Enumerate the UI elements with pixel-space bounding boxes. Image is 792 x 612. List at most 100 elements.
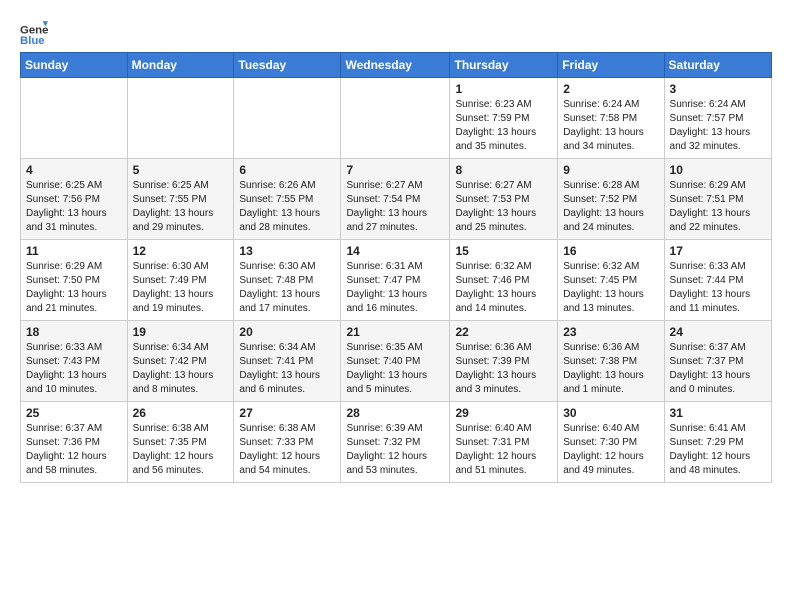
weekday-header-saturday: Saturday xyxy=(664,53,771,78)
day-info: Sunrise: 6:29 AM Sunset: 7:50 PM Dayligh… xyxy=(26,260,122,316)
calendar-cell: 28 Sunrise: 6:39 AM Sunset: 7:32 PM Dayli… xyxy=(341,402,450,483)
day-number: 11 xyxy=(26,244,122,258)
day-number: 4 xyxy=(26,163,122,177)
calendar-cell: 3 Sunrise: 6:24 AM Sunset: 7:57 PM Daylig… xyxy=(664,78,771,159)
calendar-cell: 11 Sunrise: 6:29 AM Sunset: 7:50 PM Dayli… xyxy=(21,240,128,321)
calendar-cell xyxy=(21,78,128,159)
calendar-cell: 16Sunrise: 6:32 AM Sunset: 7:45 PM Dayli… xyxy=(558,240,664,321)
calendar-cell xyxy=(234,78,341,159)
day-info: Sunrise: 6:37 AM Sunset: 7:37 PM Dayligh… xyxy=(670,341,766,397)
day-info: Sunrise: 6:24 AM Sunset: 7:57 PM Dayligh… xyxy=(670,98,766,154)
calendar-table: SundayMondayTuesdayWednesdayThursdayFrid… xyxy=(20,52,772,483)
day-number: 29 xyxy=(455,406,552,420)
day-number: 26 xyxy=(133,406,229,420)
day-info: Sunrise: 6:23 AM Sunset: 7:59 PM Dayligh… xyxy=(455,98,552,154)
calendar-cell: 14 Sunrise: 6:31 AM Sunset: 7:47 PM Dayli… xyxy=(341,240,450,321)
day-number: 1 xyxy=(455,82,552,96)
day-number: 24 xyxy=(670,325,766,339)
day-info: Sunrise: 6:41 AM Sunset: 7:29 PM Dayligh… xyxy=(670,422,766,478)
day-number: 30 xyxy=(563,406,658,420)
day-info: Sunrise: 6:34 AM Sunset: 7:41 PM Dayligh… xyxy=(239,341,335,397)
day-info: Sunrise: 6:36 AM Sunset: 7:38 PM Dayligh… xyxy=(563,341,658,397)
day-info: Sunrise: 6:30 AM Sunset: 7:48 PM Dayligh… xyxy=(239,260,335,316)
calendar-cell: 23 Sunrise: 6:36 AM Sunset: 7:38 PM Dayli… xyxy=(558,321,664,402)
day-number: 12 xyxy=(133,244,229,258)
day-info: Sunrise: 6:26 AM Sunset: 7:55 PM Dayligh… xyxy=(239,179,335,235)
calendar-cell: 12 Sunrise: 6:30 AM Sunset: 7:49 PM Dayli… xyxy=(127,240,234,321)
calendar-cell: 26 Sunrise: 6:38 AM Sunset: 7:35 PM Dayli… xyxy=(127,402,234,483)
weekday-header-wednesday: Wednesday xyxy=(341,53,450,78)
day-number: 2 xyxy=(563,82,658,96)
day-info: Sunrise: 6:39 AM Sunset: 7:32 PM Dayligh… xyxy=(346,422,444,478)
day-number: 19 xyxy=(133,325,229,339)
calendar-cell: 30 Sunrise: 6:40 AM Sunset: 7:30 PM Dayli… xyxy=(558,402,664,483)
day-info: Sunrise: 6:24 AM Sunset: 7:58 PM Dayligh… xyxy=(563,98,658,154)
day-number: 25 xyxy=(26,406,122,420)
day-number: 7 xyxy=(346,163,444,177)
day-info: Sunrise: 6:30 AM Sunset: 7:49 PM Dayligh… xyxy=(133,260,229,316)
weekday-header-monday: Monday xyxy=(127,53,234,78)
calendar-cell: 6 Sunrise: 6:26 AM Sunset: 7:55 PM Daylig… xyxy=(234,159,341,240)
day-info: Sunrise: 6:27 AM Sunset: 7:54 PM Dayligh… xyxy=(346,179,444,235)
day-info: Sunrise: 6:36 AM Sunset: 7:39 PM Dayligh… xyxy=(455,341,552,397)
day-number: 16 xyxy=(563,244,658,258)
day-number: 22 xyxy=(455,325,552,339)
day-number: 15 xyxy=(455,244,552,258)
calendar-cell: 10 Sunrise: 6:29 AM Sunset: 7:51 PM Dayli… xyxy=(664,159,771,240)
day-info: Sunrise: 6:35 AM Sunset: 7:40 PM Dayligh… xyxy=(346,341,444,397)
calendar-cell: 25 Sunrise: 6:37 AM Sunset: 7:36 PM Dayli… xyxy=(21,402,128,483)
day-number: 23 xyxy=(563,325,658,339)
logo: General Blue xyxy=(20,16,48,44)
day-number: 27 xyxy=(239,406,335,420)
day-info: Sunrise: 6:34 AM Sunset: 7:42 PM Dayligh… xyxy=(133,341,229,397)
calendar-cell: 15 Sunrise: 6:32 AM Sunset: 7:46 PM Dayli… xyxy=(450,240,558,321)
day-info: Sunrise: 6:40 AM Sunset: 7:31 PM Dayligh… xyxy=(455,422,552,478)
calendar-cell: 18Sunrise: 6:33 AM Sunset: 7:43 PM Dayli… xyxy=(21,321,128,402)
day-info: Sunrise: 6:38 AM Sunset: 7:35 PM Dayligh… xyxy=(133,422,229,478)
day-info: Sunrise: 6:31 AM Sunset: 7:47 PM Dayligh… xyxy=(346,260,444,316)
day-number: 17 xyxy=(670,244,766,258)
calendar-cell: 4 Sunrise: 6:25 AM Sunset: 7:56 PM Daylig… xyxy=(21,159,128,240)
calendar-cell: 5 Sunrise: 6:25 AM Sunset: 7:55 PM Daylig… xyxy=(127,159,234,240)
calendar-cell: 13 Sunrise: 6:30 AM Sunset: 7:48 PM Dayli… xyxy=(234,240,341,321)
calendar-cell xyxy=(341,78,450,159)
day-info: Sunrise: 6:28 AM Sunset: 7:52 PM Dayligh… xyxy=(563,179,658,235)
day-info: Sunrise: 6:25 AM Sunset: 7:56 PM Dayligh… xyxy=(26,179,122,235)
day-info: Sunrise: 6:38 AM Sunset: 7:33 PM Dayligh… xyxy=(239,422,335,478)
day-number: 6 xyxy=(239,163,335,177)
day-number: 14 xyxy=(346,244,444,258)
page-header: General Blue xyxy=(20,16,772,44)
day-info: Sunrise: 6:40 AM Sunset: 7:30 PM Dayligh… xyxy=(563,422,658,478)
day-number: 8 xyxy=(455,163,552,177)
day-number: 18 xyxy=(26,325,122,339)
svg-text:Blue: Blue xyxy=(20,35,45,44)
calendar-cell: 31 Sunrise: 6:41 AM Sunset: 7:29 PM Dayli… xyxy=(664,402,771,483)
calendar-cell xyxy=(127,78,234,159)
calendar-cell: 24 Sunrise: 6:37 AM Sunset: 7:37 PM Dayli… xyxy=(664,321,771,402)
day-info: Sunrise: 6:25 AM Sunset: 7:55 PM Dayligh… xyxy=(133,179,229,235)
logo-icon: General Blue xyxy=(20,16,48,44)
calendar-cell: 20Sunrise: 6:34 AM Sunset: 7:41 PM Dayli… xyxy=(234,321,341,402)
day-number: 3 xyxy=(670,82,766,96)
day-number: 13 xyxy=(239,244,335,258)
day-number: 31 xyxy=(670,406,766,420)
day-info: Sunrise: 6:37 AM Sunset: 7:36 PM Dayligh… xyxy=(26,422,122,478)
calendar-cell: 7 Sunrise: 6:27 AM Sunset: 7:54 PM Daylig… xyxy=(341,159,450,240)
day-number: 21 xyxy=(346,325,444,339)
day-number: 28 xyxy=(346,406,444,420)
day-number: 10 xyxy=(670,163,766,177)
day-info: Sunrise: 6:32 AM Sunset: 7:46 PM Dayligh… xyxy=(455,260,552,316)
day-info: Sunrise: 6:29 AM Sunset: 7:51 PM Dayligh… xyxy=(670,179,766,235)
calendar-cell: 8 Sunrise: 6:27 AM Sunset: 7:53 PM Daylig… xyxy=(450,159,558,240)
day-number: 5 xyxy=(133,163,229,177)
calendar-cell: 27 Sunrise: 6:38 AM Sunset: 7:33 PM Dayli… xyxy=(234,402,341,483)
calendar-cell: 1 Sunrise: 6:23 AM Sunset: 7:59 PM Daylig… xyxy=(450,78,558,159)
weekday-header-friday: Friday xyxy=(558,53,664,78)
day-info: Sunrise: 6:33 AM Sunset: 7:44 PM Dayligh… xyxy=(670,260,766,316)
day-number: 9 xyxy=(563,163,658,177)
weekday-header-tuesday: Tuesday xyxy=(234,53,341,78)
calendar-cell: 17 Sunrise: 6:33 AM Sunset: 7:44 PM Dayli… xyxy=(664,240,771,321)
weekday-header-thursday: Thursday xyxy=(450,53,558,78)
weekday-header-sunday: Sunday xyxy=(21,53,128,78)
day-info: Sunrise: 6:27 AM Sunset: 7:53 PM Dayligh… xyxy=(455,179,552,235)
